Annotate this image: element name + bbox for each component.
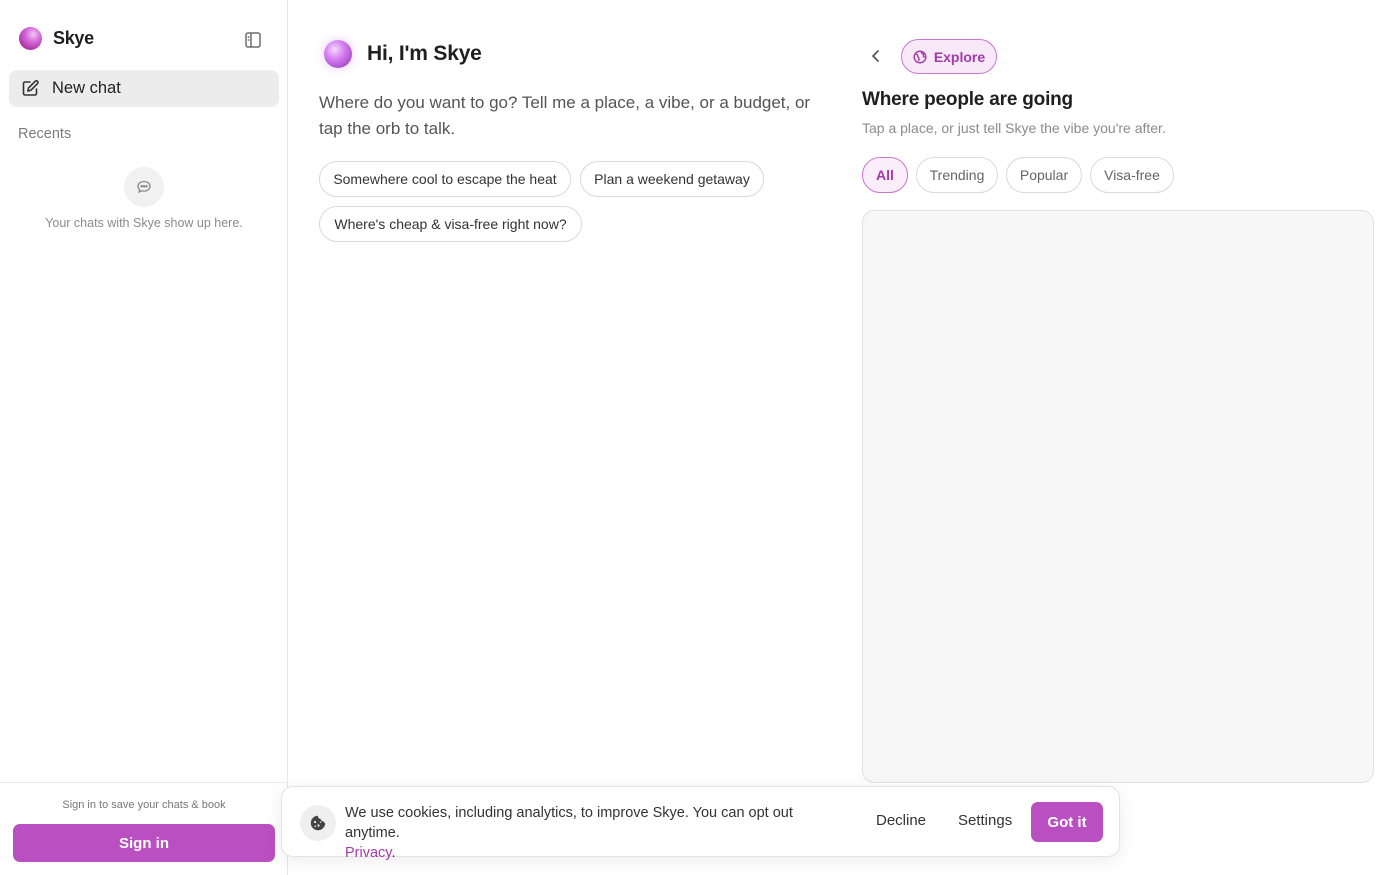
sidebar-footer: Sign in to save your chats & book Sign i… bbox=[0, 782, 288, 875]
orb-logo-icon bbox=[19, 27, 42, 50]
suggestion-chip-cheap-visa-free[interactable]: Where's cheap & visa-free right now? bbox=[319, 206, 582, 242]
accept-cookies-button[interactable]: Got it bbox=[1031, 802, 1103, 842]
voice-orb-icon[interactable] bbox=[324, 40, 352, 68]
chevron-left-icon[interactable] bbox=[866, 46, 886, 66]
explore-button[interactable]: Explore bbox=[901, 39, 997, 74]
filter-popular[interactable]: Popular bbox=[1006, 157, 1082, 193]
cookie-settings-button[interactable]: Settings bbox=[958, 812, 1012, 829]
sign-in-button[interactable]: Sign in bbox=[13, 824, 275, 862]
cookie-message: We use cookies, including analytics, to … bbox=[345, 803, 845, 863]
new-chat-label: New chat bbox=[52, 79, 121, 97]
intro-text: Where do you want to go? Tell me a place… bbox=[319, 93, 811, 138]
filter-all[interactable]: All bbox=[862, 157, 908, 193]
globe-icon bbox=[913, 49, 927, 64]
filter-visa-free[interactable]: Visa-free bbox=[1090, 157, 1174, 193]
cookie-link-suffix: . bbox=[391, 845, 396, 861]
explore-subtitle: Tap a place, or just tell Skye the vibe … bbox=[862, 120, 1166, 136]
sidebar: Skye New chat Recents Your chats with Sk… bbox=[0, 0, 288, 875]
decline-button[interactable]: Decline bbox=[876, 812, 926, 829]
cookie-text: We use cookies, including analytics, to … bbox=[345, 805, 793, 841]
chat-header: Hi, I'm Skye bbox=[324, 40, 482, 68]
filter-trending[interactable]: Trending bbox=[916, 157, 998, 193]
sidebar-collapse-icon[interactable] bbox=[243, 30, 263, 50]
destinations-panel[interactable] bbox=[862, 210, 1374, 783]
suggestion-chip-weekend-getaway[interactable]: Plan a weekend getaway bbox=[580, 161, 764, 197]
cookie-banner: We use cookies, including analytics, to … bbox=[281, 786, 1120, 861]
cookie-icon bbox=[300, 805, 336, 841]
new-chat-button[interactable]: New chat bbox=[9, 70, 279, 107]
chat-bubble-icon bbox=[124, 167, 164, 207]
explore-title: Where people are going bbox=[862, 89, 1073, 110]
explore-label: Explore bbox=[933, 48, 986, 65]
privacy-link[interactable]: Privacy bbox=[345, 845, 391, 861]
recents-empty-state: Your chats with Skye show up here. bbox=[45, 216, 243, 230]
signin-hint: Sign in to save your chats & book bbox=[62, 799, 226, 811]
suggestion-chip-escape-heat[interactable]: Somewhere cool to escape the heat bbox=[319, 161, 571, 197]
greeting: Hi, I'm Skye bbox=[367, 42, 482, 65]
brand-name: Skye bbox=[53, 28, 94, 48]
brand[interactable]: Skye bbox=[19, 27, 94, 50]
recents-heading: Recents bbox=[18, 126, 72, 142]
edit-icon bbox=[21, 79, 40, 98]
